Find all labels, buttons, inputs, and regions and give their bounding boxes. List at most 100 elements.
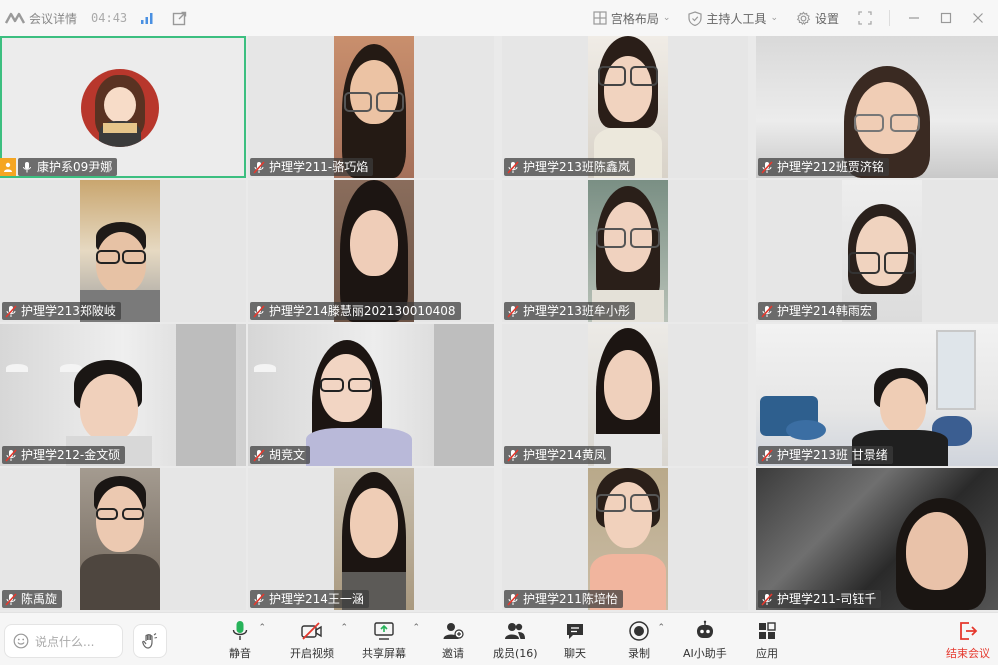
participant-video: [80, 180, 160, 322]
host-tools-button[interactable]: 主持人工具 ⌄: [688, 10, 778, 27]
members-button[interactable]: 成员(16): [493, 619, 538, 661]
participant-tile[interactable]: 康护系09尹娜: [0, 36, 246, 178]
muted-microphone-icon: [760, 448, 774, 462]
microphone-icon: [232, 621, 248, 640]
participant-name: 护理学214王一涵: [269, 592, 364, 606]
participant-name-label: 护理学213班 甘景绪: [758, 446, 893, 464]
person-icon: [4, 162, 12, 172]
invite-button[interactable]: 邀请: [441, 619, 465, 661]
participant-name-label: 护理学212班贾济铭: [758, 158, 889, 176]
close-icon[interactable]: [970, 10, 986, 26]
invite-label: 邀请: [442, 647, 464, 660]
ai-assistant-label: AI小助手: [683, 647, 727, 660]
settings-button[interactable]: 设置: [796, 10, 839, 27]
participant-tile[interactable]: 护理学214滕慧丽202130010408: [248, 180, 494, 322]
chevron-up-icon[interactable]: ⌃: [657, 623, 665, 633]
app-logo-icon: [5, 12, 25, 24]
signal-strength-icon[interactable]: [139, 10, 155, 26]
end-meeting-label: 结束会议: [946, 647, 990, 660]
chevron-up-icon[interactable]: ⌃: [258, 623, 266, 633]
host-tools-label: 主持人工具: [706, 11, 767, 26]
layout-button[interactable]: 宫格布局 ⌄: [593, 10, 671, 27]
participant-name: 护理学213班陈鑫岚: [523, 160, 630, 174]
apps-button[interactable]: 应用: [755, 619, 779, 661]
participant-video: [248, 324, 494, 466]
meeting-details-link[interactable]: 会议详情: [29, 10, 77, 27]
maximize-icon[interactable]: [938, 10, 954, 26]
participant-video: [334, 468, 414, 610]
exit-icon: [960, 622, 978, 640]
chevron-up-icon[interactable]: ⌃: [412, 623, 420, 633]
participant-video: [0, 324, 246, 466]
participant-tile[interactable]: 护理学211-司钰千: [756, 468, 998, 610]
share-screen-button[interactable]: 共享屏幕 ⌃: [362, 619, 420, 661]
bottom-toolbar: 说点什么... 静音 ⌃ 开启视频 ⌃ 共享屏幕 ⌃ 邀请 成员(16) 聊天 …: [0, 612, 998, 665]
share-screen-label: 共享屏幕: [362, 647, 406, 660]
participant-tile[interactable]: 护理学211陈培怡: [502, 468, 748, 610]
participant-tile[interactable]: 护理学213班牟小彤: [502, 180, 748, 322]
participant-tile[interactable]: 护理学213郑陂岐: [0, 180, 246, 322]
participant-name: 护理学213郑陂岐: [21, 304, 116, 318]
grid-icon: [593, 11, 607, 25]
muted-microphone-icon: [4, 448, 18, 462]
microphone-icon: [20, 160, 34, 174]
participant-name: 护理学214滕慧丽202130010408: [269, 304, 456, 318]
participant-video: [756, 324, 998, 466]
muted-microphone-icon: [4, 592, 18, 606]
record-button[interactable]: 录制 ⌃: [627, 619, 665, 661]
chat-quick-input[interactable]: 说点什么...: [4, 624, 123, 658]
participant-tile[interactable]: 护理学213班陈鑫岚: [502, 36, 748, 178]
participant-tile[interactable]: 护理学214黄凤: [502, 324, 748, 466]
minimize-icon[interactable]: [906, 10, 922, 26]
participant-name: 护理学211-骆巧焰: [269, 160, 369, 174]
participant-name-label: 护理学211-骆巧焰: [250, 158, 374, 176]
participant-tile[interactable]: 护理学212-金文硕: [0, 324, 246, 466]
participant-tile[interactable]: 护理学213班 甘景绪: [756, 324, 998, 466]
participant-tile[interactable]: 护理学214韩雨宏: [756, 180, 998, 322]
raise-hand-button[interactable]: [133, 624, 167, 658]
muted-microphone-icon: [506, 448, 520, 462]
emoji-icon: [13, 633, 29, 649]
chevron-up-icon[interactable]: ⌃: [340, 623, 348, 633]
add-user-icon: [443, 623, 464, 639]
toolbar-divider: [889, 10, 890, 26]
record-label: 录制: [628, 647, 650, 660]
muted-microphone-icon: [760, 304, 774, 318]
share-link-icon[interactable]: [171, 10, 187, 26]
host-badge: [0, 158, 16, 176]
fullscreen-icon[interactable]: [857, 10, 873, 26]
participant-name-label: 护理学214王一涵: [250, 590, 369, 608]
apps-label: 应用: [756, 647, 778, 660]
participant-name-label: 护理学213郑陂岐: [2, 302, 121, 320]
mute-button[interactable]: 静音 ⌃: [228, 619, 266, 661]
participant-tile[interactable]: 护理学212班贾济铭: [756, 36, 998, 178]
share-screen-icon: [374, 622, 394, 640]
participant-name: 护理学212-金文硕: [21, 448, 121, 462]
participant-name: 护理学214黄凤: [523, 448, 606, 462]
participant-name-label: 护理学211陈培怡: [504, 590, 623, 608]
participant-name: 护理学213班牟小彤: [523, 304, 630, 318]
participant-video: [588, 36, 668, 178]
members-label: 成员(16): [493, 647, 538, 660]
participant-tile[interactable]: 护理学211-骆巧焰: [248, 36, 494, 178]
end-meeting-button[interactable]: 结束会议: [946, 619, 990, 661]
participant-name: 护理学211-司钰千: [777, 592, 877, 606]
muted-microphone-icon: [252, 304, 266, 318]
participant-tile[interactable]: 陈禹旋: [0, 468, 246, 610]
participant-name: 康护系09尹娜: [37, 160, 113, 174]
participant-name-label: 胡竞文: [250, 446, 311, 464]
ai-assistant-button[interactable]: AI小助手: [683, 619, 727, 661]
participant-tile[interactable]: 护理学214王一涵: [248, 468, 494, 610]
chat-button[interactable]: 聊天: [563, 619, 587, 661]
participant-video: [80, 468, 160, 610]
participant-name-label: 护理学214黄凤: [504, 446, 611, 464]
participant-tile[interactable]: 胡竞文: [248, 324, 494, 466]
muted-microphone-icon: [4, 304, 18, 318]
camera-off-icon: [301, 622, 322, 640]
participant-video: [756, 468, 998, 610]
participant-name: 陈禹旋: [21, 592, 58, 606]
start-video-button[interactable]: 开启视频 ⌃: [290, 619, 348, 661]
chevron-down-icon: ⌄: [662, 13, 671, 23]
participant-name-label: 护理学214滕慧丽202130010408: [250, 302, 461, 320]
muted-microphone-icon: [506, 304, 520, 318]
